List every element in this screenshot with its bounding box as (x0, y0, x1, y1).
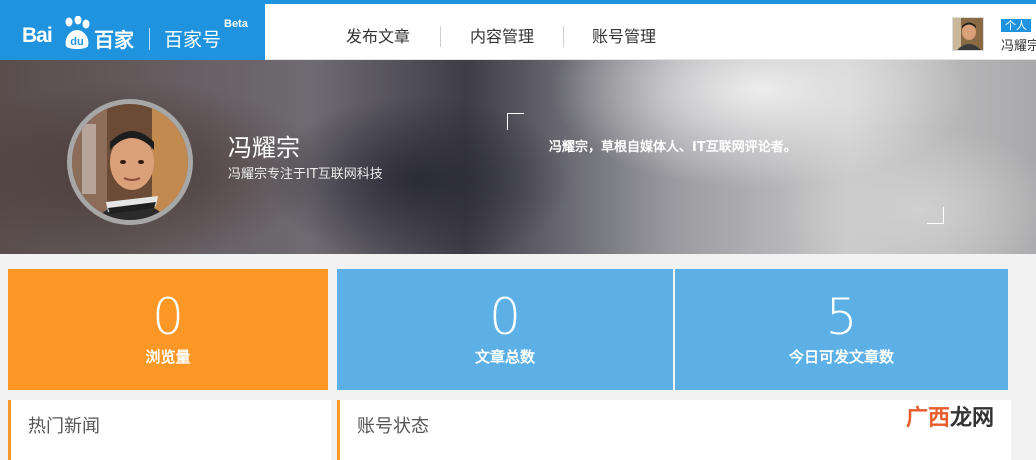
profile-photo-icon (72, 104, 188, 220)
user-avatar[interactable] (952, 17, 984, 51)
product-name: 百家号 (164, 29, 222, 51)
stat-views-value: 0 (152, 288, 184, 346)
hot-news-panel: 热门新闻 (8, 400, 331, 460)
watermark-part-b: 龙网 (950, 406, 995, 431)
stat-daily-quota-value: 5 (825, 288, 858, 346)
profile-banner: 冯耀宗 冯耀宗专注于IT互联网科技 冯耀宗，草根自媒体人、IT互联网评论者。 (0, 60, 1036, 254)
stat-views-label: 浏览量 (145, 348, 191, 366)
logo-text-baijia: 百家 (94, 28, 134, 52)
profile-avatar (67, 99, 193, 225)
stat-card-views[interactable]: 0 浏览量 (8, 269, 328, 390)
nav-account-management[interactable]: 账号管理 (592, 23, 656, 47)
profile-description: 冯耀宗专注于IT互联网科技 (228, 167, 383, 182)
watermark: 广西龙网 (906, 400, 994, 432)
stat-total-articles-value: 0 (489, 288, 521, 346)
profile-name: 冯耀宗 (228, 134, 300, 162)
nav-content-management[interactable]: 内容管理 (470, 23, 534, 47)
beta-tag: Beta (224, 18, 248, 30)
stat-card-total-articles[interactable]: 0 文章总数 (337, 269, 673, 390)
stat-daily-quota-label: 今日可发文章数 (788, 348, 894, 366)
quote-bracket-close (927, 207, 944, 224)
svg-text:du: du (70, 36, 83, 48)
nav-divider (563, 26, 564, 47)
watermark-part-a: 广西 (906, 406, 951, 431)
account-type-badge: 个人 (1001, 19, 1031, 32)
stat-total-articles-label: 文章总数 (474, 348, 535, 366)
user-name[interactable]: 冯耀宗 (1001, 35, 1036, 54)
logo-text-bai: Bai (22, 24, 53, 47)
baidu-paw-icon: du (65, 16, 90, 49)
stat-card-daily-quota[interactable]: 5 今日可发文章数 (675, 269, 1008, 390)
profile-intro: 冯耀宗，草根自媒体人、IT互联网评论者。 (549, 140, 797, 155)
nav-divider (440, 26, 441, 47)
account-status-title: 账号状态 (357, 416, 429, 437)
top-header: Bai du 百家 百家号 Beta 发布文章 内容管理 账号管理 个人 冯耀宗 (0, 4, 1036, 63)
nav-publish-article[interactable]: 发布文章 (346, 23, 410, 47)
user-photo-icon (953, 18, 983, 50)
hot-news-title: 热门新闻 (28, 416, 100, 437)
quote-bracket-open (507, 113, 524, 130)
baijiahao-logo[interactable]: Bai du 百家 百家号 Beta (0, 4, 265, 63)
logo-divider (149, 28, 150, 50)
